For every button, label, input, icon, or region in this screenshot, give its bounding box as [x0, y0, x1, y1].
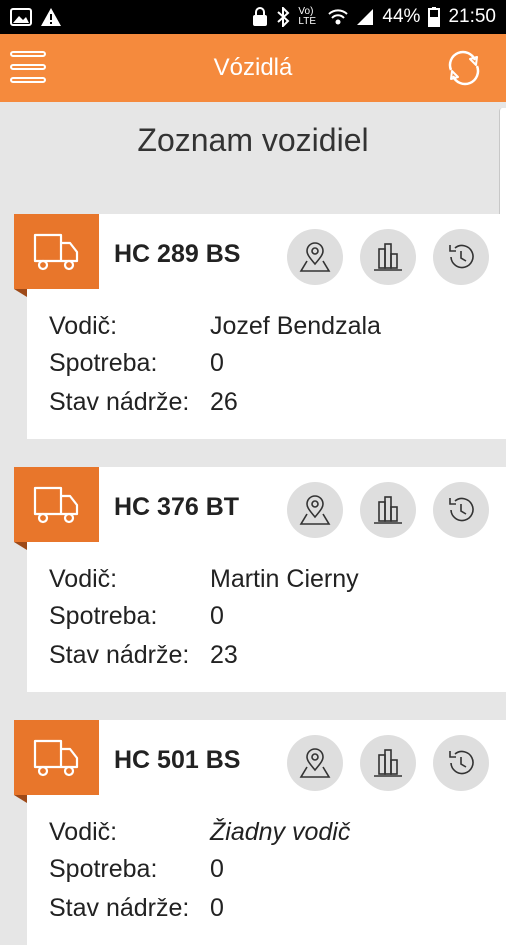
- driver-label: Vodič:: [49, 565, 118, 593]
- driver-value: Martin Cierny: [210, 565, 359, 593]
- ribbon-fold: [14, 542, 27, 550]
- tank-value: 23: [210, 641, 238, 669]
- vehicle-card[interactable]: HC 289 BS Vodič: Jozef Bendzala Spotreba…: [14, 214, 506, 439]
- battery-percent: 44%: [382, 6, 421, 27]
- statistics-button[interactable]: [360, 229, 416, 285]
- bar-chart-icon: [374, 496, 402, 524]
- menu-button[interactable]: [10, 51, 48, 85]
- refresh-button[interactable]: [444, 48, 484, 88]
- status-bar: Vo) LTE 44% 21:50: [0, 0, 506, 34]
- bar-chart-icon: [374, 243, 402, 271]
- history-icon: [449, 244, 474, 269]
- truck-icon: [33, 486, 79, 524]
- consumption-value: 0: [210, 349, 224, 377]
- network-label: Vo) LTE: [298, 6, 317, 27]
- vehicle-ribbon: [14, 467, 99, 542]
- map-location-button[interactable]: [287, 735, 343, 791]
- vehicle-ribbon: [14, 214, 99, 289]
- vehicle-card[interactable]: HC 501 BS Vodič: Žiadny vodič Spotreba: …: [14, 720, 506, 945]
- app-bar-title: Vózidlá: [213, 54, 293, 81]
- warning-icon: [40, 7, 62, 27]
- consumption-value: 0: [210, 602, 224, 630]
- image-notification-icon: [10, 8, 32, 26]
- tank-value: 26: [210, 388, 238, 416]
- ribbon-fold: [14, 795, 27, 803]
- statistics-button[interactable]: [360, 735, 416, 791]
- map-pin-icon: [299, 748, 331, 778]
- tank-label: Stav nádrže:: [49, 388, 190, 416]
- bar-chart-icon: [374, 749, 402, 777]
- map-location-button[interactable]: [287, 482, 343, 538]
- bluetooth-icon: [276, 7, 290, 27]
- vehicle-plate: HC 289 BS: [114, 240, 241, 268]
- consumption-label: Spotreba:: [49, 349, 158, 377]
- map-pin-icon: [299, 495, 331, 525]
- app-bar: Vózidlá: [0, 34, 506, 102]
- clock: 21:50: [448, 6, 496, 27]
- vehicle-ribbon: [14, 720, 99, 795]
- driver-value: Jozef Bendzala: [210, 312, 381, 340]
- refresh-icon: [448, 50, 480, 86]
- tank-label: Stav nádrže:: [49, 641, 190, 669]
- driver-label: Vodič:: [49, 312, 118, 340]
- lock-icon: [252, 7, 268, 27]
- ribbon-fold: [14, 289, 27, 297]
- truck-icon: [33, 739, 79, 777]
- history-button[interactable]: [433, 735, 489, 791]
- driver-value: Žiadny vodič: [210, 818, 351, 846]
- consumption-label: Spotreba:: [49, 602, 158, 630]
- tank-label: Stav nádrže:: [49, 894, 190, 922]
- truck-icon: [33, 233, 79, 271]
- history-icon: [449, 497, 474, 522]
- history-button[interactable]: [433, 229, 489, 285]
- vehicle-plate: HC 376 BT: [114, 493, 240, 521]
- statistics-button[interactable]: [360, 482, 416, 538]
- signal-icon: [356, 8, 374, 26]
- page-title: Zoznam vozidiel: [137, 122, 369, 158]
- battery-icon: [428, 7, 441, 27]
- consumption-label: Spotreba:: [49, 855, 158, 883]
- map-location-button[interactable]: [287, 229, 343, 285]
- history-icon: [449, 750, 474, 775]
- tank-value: 0: [210, 894, 224, 922]
- wifi-icon: [328, 8, 349, 26]
- consumption-value: 0: [210, 855, 224, 883]
- vehicle-plate: HC 501 BS: [114, 746, 241, 774]
- driver-label: Vodič:: [49, 818, 118, 846]
- map-pin-icon: [299, 242, 331, 272]
- vehicle-card[interactable]: HC 376 BT Vodič: Martin Cierny Spotreba:…: [14, 467, 506, 692]
- history-button[interactable]: [433, 482, 489, 538]
